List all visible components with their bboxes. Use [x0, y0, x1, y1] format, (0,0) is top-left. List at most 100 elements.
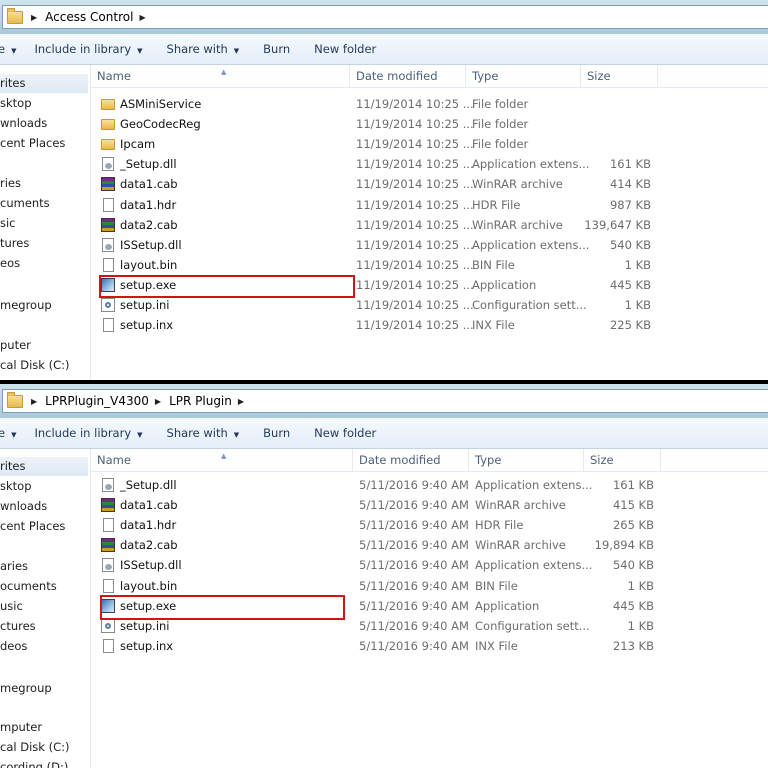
nav-item[interactable]: aries [0, 557, 28, 576]
file-row[interactable]: layout.bin 5/11/2016 9:40 AM BIN File 1 KB [91, 576, 661, 596]
file-name-cell[interactable]: data1.hdr [101, 515, 176, 535]
file-date: 11/19/2014 10:25 ... [356, 197, 474, 212]
nav-item[interactable]: wnloads [0, 114, 47, 133]
nav-item[interactable]: cal Disk (C:) [0, 356, 69, 375]
file-name-cell[interactable]: _Setup.dll [101, 475, 177, 495]
column-header-type[interactable]: Type [469, 449, 584, 471]
nav-item[interactable]: eos [0, 254, 20, 273]
nav-item[interactable]: wnloads [0, 497, 47, 516]
file-row[interactable]: layout.bin 11/19/2014 10:25 ... BIN File 1 … [91, 255, 661, 275]
new-folder-button[interactable]: New folder [314, 426, 376, 440]
file-name: _Setup.dll [120, 157, 177, 172]
file-date: 11/19/2014 10:25 ... [356, 177, 474, 192]
address-bar[interactable]: ▶ LPRPlugin_V4300 ▶ LPR Plugin ▶ [2, 389, 768, 413]
file-row[interactable]: GeoCodecReg 11/19/2014 10:25 ... File fold… [91, 114, 661, 134]
file-name-cell[interactable]: ISSetup.dll [101, 235, 182, 255]
file-row[interactable]: ISSetup.dll 11/19/2014 10:25 ... Applicati… [91, 235, 661, 255]
file-type: WinRAR archive [472, 177, 563, 192]
nav-item[interactable]: cal Disk (C:) [0, 738, 69, 757]
organize-menu-partial[interactable]: e ▼ [0, 42, 16, 56]
share-with-menu[interactable]: Share with ▼ [167, 426, 240, 440]
column-header-date[interactable]: Date modified [350, 65, 466, 87]
file-row[interactable]: Ipcam 11/19/2014 10:25 ... File folder [91, 134, 661, 154]
nav-item[interactable]: sic [0, 214, 16, 233]
nav-item[interactable]: cent Places [0, 134, 65, 153]
chevron-right-icon[interactable]: ▶ [31, 13, 37, 22]
file-row[interactable]: data1.hdr 5/11/2016 9:40 AM HDR File 265 KB [91, 515, 661, 535]
dll-icon [102, 478, 114, 492]
nav-item[interactable]: tures [0, 234, 29, 253]
file-name-cell[interactable]: data1.hdr [101, 195, 176, 215]
breadcrumb-access-control[interactable]: Access Control [45, 10, 133, 24]
chevron-right-icon[interactable]: ▶ [155, 397, 161, 406]
file-date: 5/11/2016 9:40 AM [359, 618, 469, 633]
file-row[interactable]: _Setup.dll 11/19/2014 10:25 ... Applicatio… [91, 154, 661, 174]
file-row[interactable]: data1.cab 11/19/2014 10:25 ... WinRAR arch… [91, 174, 661, 194]
nav-item[interactable]: mputer [0, 718, 42, 737]
column-header-name[interactable]: Name ▲ [91, 449, 353, 471]
nav-item[interactable]: cuments [0, 194, 50, 213]
breadcrumb-lprplugin[interactable]: LPRPlugin_V4300 [45, 394, 149, 408]
column-header-type[interactable]: Type [466, 65, 581, 87]
file-row[interactable]: data1.cab 5/11/2016 9:40 AM WinRAR archive… [91, 495, 661, 515]
file-name-cell[interactable]: data2.cab [101, 215, 178, 235]
nav-item[interactable]: deos [0, 637, 27, 656]
nav-item[interactable]: sktop [0, 94, 32, 113]
include-in-library-menu[interactable]: Include in library ▼ [34, 42, 142, 56]
winrar-icon [101, 498, 115, 513]
file-name-cell[interactable]: layout.bin [101, 255, 177, 275]
file-name-cell[interactable]: setup.ini [101, 295, 170, 315]
chevron-right-icon[interactable]: ▶ [238, 397, 244, 406]
file-name: data1.cab [120, 498, 178, 513]
burn-button[interactable]: Burn [263, 426, 290, 440]
chevron-right-icon[interactable]: ▶ [139, 13, 145, 22]
nav-item[interactable]: rites [0, 74, 88, 93]
include-in-library-menu[interactable]: Include in library ▼ [34, 426, 142, 440]
file-row[interactable]: ISSetup.dll 5/11/2016 9:40 AM Application … [91, 555, 661, 575]
breadcrumb-lpr-plugin[interactable]: LPR Plugin [169, 394, 232, 408]
column-header-name[interactable]: Name ▲ [91, 65, 350, 87]
file-name-cell[interactable]: data1.cab [101, 495, 178, 515]
column-header-size[interactable]: Size [581, 65, 658, 87]
file-name-cell[interactable]: ISSetup.dll [101, 555, 182, 575]
nav-item[interactable]: puter [0, 336, 31, 355]
file-row[interactable]: data1.hdr 11/19/2014 10:25 ... HDR File 987… [91, 195, 661, 215]
column-header-size[interactable]: Size [584, 449, 661, 471]
file-name-cell[interactable]: data2.cab [101, 535, 178, 555]
column-header-date[interactable]: Date modified [353, 449, 469, 471]
share-with-menu[interactable]: Share with ▼ [167, 42, 240, 56]
nav-item[interactable]: ries [0, 174, 21, 193]
file-row[interactable]: data2.cab 5/11/2016 9:40 AM WinRAR archive… [91, 535, 661, 555]
file-row[interactable]: setup.inx 11/19/2014 10:25 ... INX File 225… [91, 315, 661, 335]
file-row[interactable]: _Setup.dll 5/11/2016 9:40 AM Application e… [91, 475, 661, 495]
nav-item[interactable]: cent Places [0, 517, 65, 536]
new-folder-button[interactable]: New folder [314, 42, 376, 56]
burn-button[interactable]: Burn [263, 42, 290, 56]
nav-item[interactable]: usic [0, 597, 23, 616]
file-name-cell[interactable]: GeoCodecReg [101, 114, 201, 134]
file-name-cell[interactable]: setup.inx [101, 315, 173, 335]
address-bar[interactable]: ▶ Access Control ▶ [2, 5, 768, 29]
nav-item[interactable]: megroup [0, 679, 52, 698]
file-name-cell[interactable]: Ipcam [101, 134, 155, 154]
nav-item[interactable]: megroup [0, 296, 52, 315]
nav-item[interactable]: ctures [0, 617, 36, 636]
file-name-cell[interactable]: layout.bin [101, 576, 177, 596]
nav-item[interactable]: sktop [0, 477, 32, 496]
chevron-right-icon[interactable]: ▶ [31, 397, 37, 406]
file-name: data2.cab [120, 538, 178, 553]
organize-menu-partial[interactable]: e ▼ [0, 426, 16, 440]
file-name-cell[interactable]: _Setup.dll [101, 154, 177, 174]
file-row[interactable]: setup.ini 11/19/2014 10:25 ... Configurati… [91, 295, 661, 315]
file-row[interactable]: data2.cab 11/19/2014 10:25 ... WinRAR arch… [91, 215, 661, 235]
nav-item[interactable]: cording (D:) [0, 758, 68, 768]
file-row[interactable]: ASMiniService 11/19/2014 10:25 ... File fo… [91, 94, 661, 114]
file-name-cell[interactable]: ASMiniService [101, 94, 201, 114]
file-name-cell[interactable]: setup.inx [101, 636, 173, 656]
nav-item[interactable]: ocuments [0, 577, 57, 596]
file-name-cell[interactable]: data1.cab [101, 174, 178, 194]
column-header-name-label: Name [97, 453, 131, 467]
file-size: 225 KB [609, 318, 651, 333]
nav-item[interactable]: rites [0, 457, 88, 476]
file-row[interactable]: setup.inx 5/11/2016 9:40 AM INX File 213 KB [91, 636, 661, 656]
